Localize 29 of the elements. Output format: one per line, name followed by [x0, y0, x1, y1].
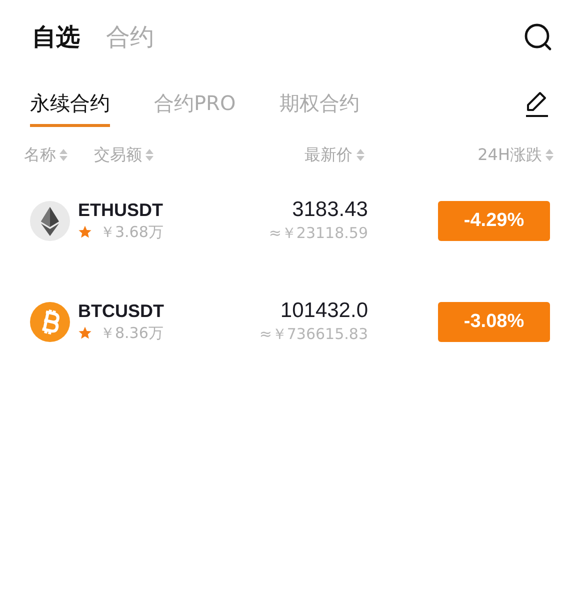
- sort-icon: [545, 148, 554, 162]
- cny-price-text: ≈￥23118.59: [268, 224, 368, 243]
- change-button[interactable]: -4.29%: [438, 200, 550, 240]
- volume-text: ￥3.68万: [100, 222, 164, 242]
- top-tab[interactable]: 合约: [106, 21, 154, 53]
- column-header[interactable]: 名称: [24, 144, 68, 166]
- market-tab[interactable]: 永续合约: [30, 90, 110, 127]
- volume-text: ￥8.36万: [100, 324, 164, 342]
- coin-icon: [30, 302, 70, 342]
- edit-icon[interactable]: [524, 90, 550, 118]
- top-tab[interactable]: 自选: [32, 21, 80, 53]
- price-text: 101432.0: [280, 299, 368, 323]
- sort-icon: [145, 148, 154, 162]
- search-icon[interactable]: [523, 22, 553, 52]
- price-text: 3183.43: [292, 198, 368, 222]
- market-tab[interactable]: 合约PRO: [154, 90, 236, 127]
- column-header[interactable]: 最新价: [304, 144, 365, 166]
- change-button[interactable]: -3.08%: [438, 302, 550, 342]
- column-header[interactable]: 24H涨跌: [478, 144, 554, 166]
- symbol-name: ETHUSDT: [78, 200, 164, 220]
- symbol-name: BTCUSDT: [78, 300, 165, 322]
- market-tab[interactable]: 期权合约: [280, 90, 360, 127]
- star-icon[interactable]: [78, 326, 92, 340]
- column-header[interactable]: 交易额: [94, 144, 154, 166]
- star-icon[interactable]: [78, 225, 92, 239]
- cny-price-text: ≈￥736615.83: [259, 325, 368, 344]
- coin-icon: [30, 200, 70, 240]
- sort-icon: [59, 148, 68, 162]
- sort-icon: [356, 148, 365, 162]
